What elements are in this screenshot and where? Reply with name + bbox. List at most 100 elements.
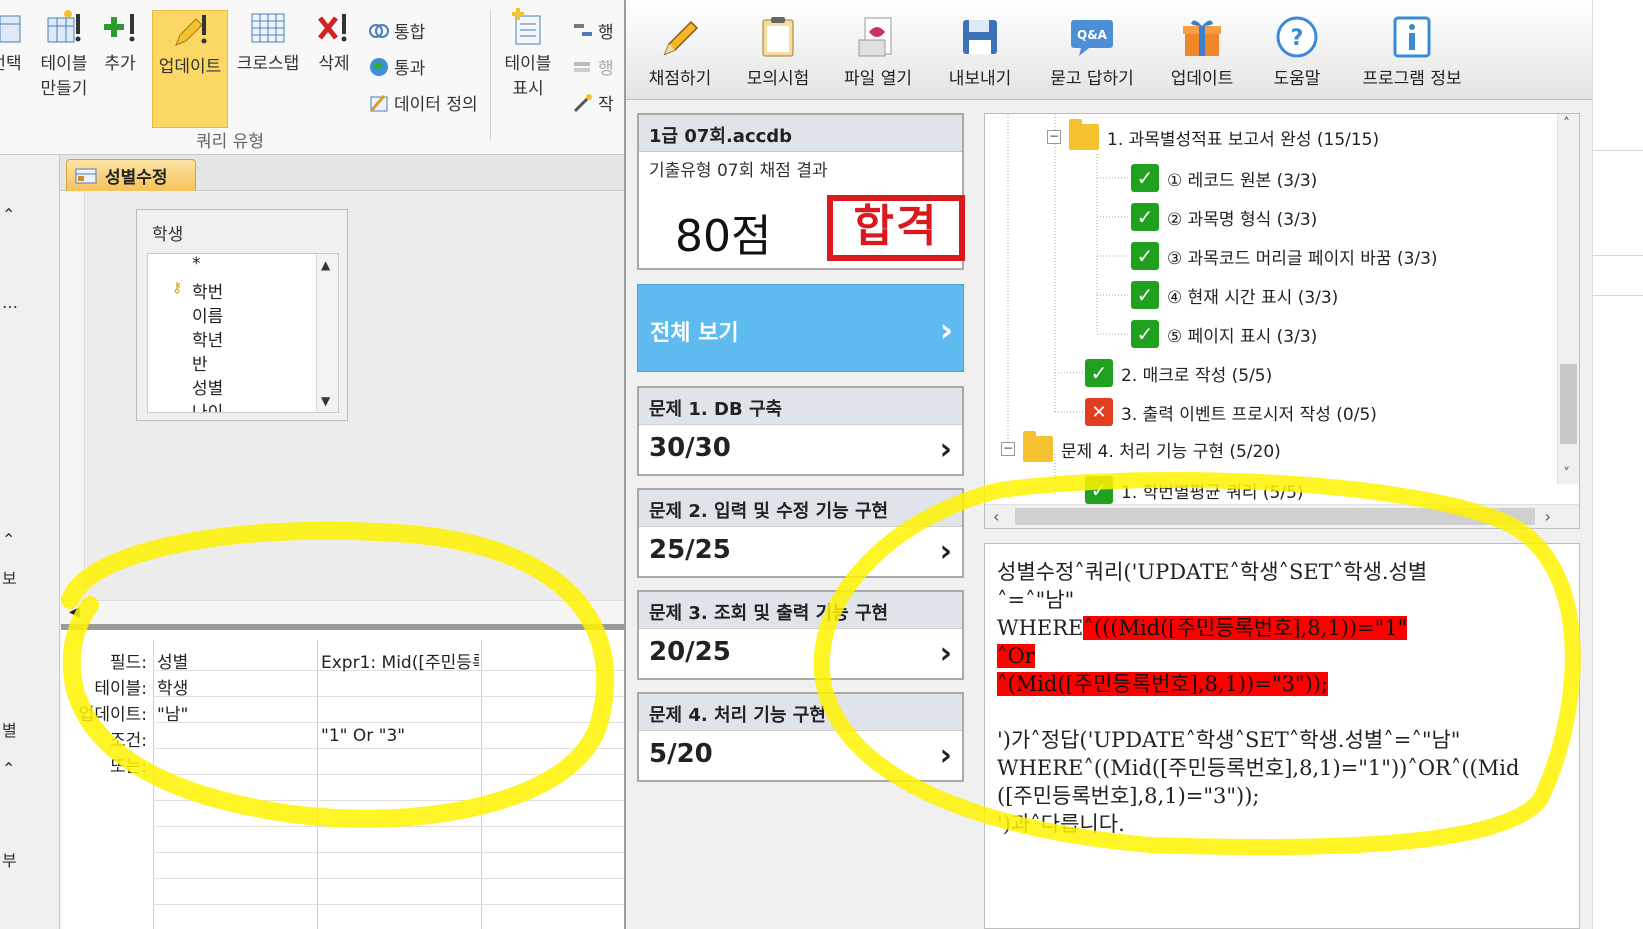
delete-rows-button[interactable]: 행 — [572, 54, 614, 79]
crosstab-query-button[interactable]: 크로스탭 — [232, 8, 304, 77]
grid-cell-update-1[interactable]: "남" — [157, 700, 188, 725]
problem-title: 문제 3. 조회 및 출력 기능 구현 — [639, 592, 962, 629]
nav-collapse-icon[interactable]: ⌃ — [2, 205, 15, 224]
field-item[interactable]: 성별 — [192, 374, 223, 399]
problem-card-1[interactable]: 문제 1. DB 구축 30/30 › — [637, 386, 964, 476]
field-item[interactable]: 나이 — [192, 398, 223, 412]
export-button[interactable]: 내보내기 — [938, 14, 1022, 89]
tab-query-성별수정[interactable]: 성별수정 — [66, 159, 196, 191]
field-item[interactable]: 이름 — [192, 302, 223, 327]
upper-vertical-scrollbar[interactable] — [61, 192, 85, 597]
folder-icon — [1023, 431, 1053, 462]
query-design-grid: 필드: 테이블: 업데이트: 조건: 또는: 성별 학생 "남" Expr1: … — [61, 630, 624, 929]
table-field-list[interactable]: 학생 * ⚷ 학번 이름 학년 반 성별 나이 ▲ ▼ — [136, 209, 348, 421]
upper-horizontal-scrollbar[interactable]: ◀ — [61, 600, 624, 624]
tree-node[interactable]: ✓ 2. 매크로 작성 (5/5) — [1085, 359, 1272, 387]
divider — [1593, 255, 1643, 256]
divider — [1593, 150, 1643, 151]
grid-cell-table-1[interactable]: 학생 — [157, 674, 188, 699]
tree-horizontal-scrollbar[interactable]: ‹ › — [985, 504, 1579, 528]
tree-vertical-scrollbar[interactable]: ˄ ˅ — [1557, 114, 1579, 484]
scroll-up-icon[interactable]: ˄ — [1563, 116, 1570, 132]
field-list-scrollbar[interactable]: ▲ ▼ — [316, 254, 338, 412]
problem-card-3[interactable]: 문제 3. 조회 및 출력 기능 구현 20/25 › — [637, 590, 964, 680]
nav-text: 부 — [2, 851, 17, 870]
grade-button[interactable]: 채점하기 — [640, 14, 720, 89]
tree-node[interactable]: ✓ ① 레코드 원본 (3/3) — [1131, 164, 1317, 192]
pass-through-button[interactable]: 통과 — [368, 54, 425, 79]
insert-rows-button[interactable]: 행 — [572, 18, 614, 43]
scroll-left-icon[interactable]: ‹ — [993, 507, 999, 526]
field-item[interactable]: 학번 — [192, 278, 223, 303]
grid-label-criteria: 조건: — [109, 731, 147, 751]
ribbon: 선택 테이블만들기 추가 업데이트 크로스탭 삭제 통합 통과 — [0, 0, 624, 155]
tree-node[interactable]: ✓ ⑤ 페이지 표시 (3/3) — [1131, 320, 1317, 348]
program-info-button[interactable]: 프로그램 정보 — [1350, 14, 1474, 89]
scroll-right-icon[interactable]: › — [1545, 507, 1551, 526]
scroll-left-icon[interactable]: ◀ — [69, 604, 80, 620]
tree-node[interactable]: − 문제 4. 처리 기능 구현 (5/20) — [1001, 431, 1281, 462]
builder-button[interactable]: 작 — [572, 90, 614, 115]
grid-cell-field-2[interactable]: Expr1: Mid([주민등록 — [321, 648, 479, 673]
pass-stamp: 합격 — [827, 195, 965, 261]
append-query-button[interactable]: 추가 — [98, 8, 142, 77]
update-button[interactable]: 업데이트 — [1160, 14, 1244, 89]
document-tab-strip: « 성별수정 — [0, 155, 624, 191]
scroll-up-icon[interactable]: ▲ — [321, 258, 330, 272]
problem-card-2[interactable]: 문제 2. 입력 및 수정 기능 구현 25/25 › — [637, 488, 964, 578]
table-icon — [0, 15, 21, 43]
tree-node[interactable]: ✓ 1. 학번별평균 쿼리 (5/5) — [1085, 476, 1304, 504]
mock-exam-button[interactable]: 모의시험 — [738, 14, 818, 89]
tree-node[interactable]: ✓ ④ 현재 시간 표시 (3/3) — [1131, 281, 1338, 309]
update-query-button[interactable]: 업데이트 — [152, 10, 228, 128]
nav-collapse-icon[interactable]: ⌃ — [2, 759, 15, 778]
result-file-name: 1급 07회.accdb — [639, 115, 962, 152]
tree-node[interactable]: − 1. 과목별성적표 보고서 완성 (15/15) — [1047, 119, 1379, 150]
problem-score: 5/20 — [649, 739, 713, 769]
append-icon — [104, 14, 135, 42]
data-definition-button[interactable]: 데이터 정의 — [368, 90, 478, 115]
field-list[interactable]: * ⚷ 학번 이름 학년 반 성별 나이 ▲ ▼ — [147, 253, 339, 413]
message-line: WHERE˄((Mid([주민등록번호],8,1)="1"))˄OR˄((Mid — [997, 756, 1520, 780]
chevron-right-icon: › — [939, 534, 952, 569]
scrollbar-thumb[interactable] — [1560, 364, 1577, 444]
crosstab-icon — [251, 13, 285, 43]
open-file-button[interactable]: 파일 열기 — [836, 14, 920, 89]
check-icon: ✓ — [1085, 359, 1113, 387]
problem-score: 20/25 — [649, 637, 731, 667]
tree-node[interactable]: ✕ 3. 출력 이벤트 프로시저 작성 (0/5) — [1085, 398, 1377, 426]
view-all-button[interactable]: 전체 보기 › — [637, 284, 964, 372]
grid-row-divider — [153, 748, 624, 749]
grid-row-divider — [153, 696, 624, 697]
nav-text: … — [2, 293, 18, 312]
union-query-button[interactable]: 통합 — [368, 18, 425, 43]
show-table-button[interactable]: 테이블 표시 — [500, 8, 556, 102]
scrollbar-thumb[interactable] — [1015, 508, 1535, 525]
qa-button[interactable]: Q&A 묻고 답하기 — [1040, 14, 1144, 89]
highlighted-error: ˄(Mid([주민등록번호],8,1))="3")); — [997, 672, 1329, 696]
nav-collapse-icon[interactable]: ⌃ — [2, 530, 15, 549]
pencil-icon — [663, 20, 699, 56]
select-query-button[interactable]: 선택 — [0, 8, 30, 77]
tree-node[interactable]: ✓ ② 과목명 형식 (3/3) — [1131, 203, 1317, 231]
help-button[interactable]: ? 도움말 — [1262, 14, 1332, 89]
tree-node[interactable]: ✓ ③ 과목코드 머리글 페이지 바꿈 (3/3) — [1131, 242, 1438, 270]
scroll-down-icon[interactable]: ˅ — [1563, 466, 1570, 482]
delete-query-button[interactable]: 삭제 — [312, 8, 356, 77]
problem-card-4[interactable]: 문제 4. 처리 기능 구현 5/20 › — [637, 692, 964, 782]
grading-tree[interactable]: − 1. 과목별성적표 보고서 완성 (15/15) ✓ ① 레코드 원본 (3/… — [984, 113, 1580, 529]
navigation-pane[interactable]: ⌃ … ⌃ 보 별 ⌃ 부 — [0, 155, 60, 929]
make-table-button[interactable]: 테이블 만들기 — [36, 8, 92, 102]
grid-row-divider — [153, 722, 624, 723]
collapse-icon[interactable]: − — [1047, 130, 1061, 144]
table-name: 학생 — [152, 225, 184, 245]
grid-row-divider — [153, 800, 624, 801]
field-item[interactable]: 반 — [192, 350, 208, 375]
field-item[interactable]: * — [192, 254, 201, 274]
grid-cell-field-1[interactable]: 성별 — [157, 648, 188, 673]
field-item[interactable]: 학년 — [192, 326, 223, 351]
collapse-icon[interactable]: − — [1001, 442, 1015, 456]
grid-cell-criteria-2[interactable]: "1" Or "3" — [321, 726, 405, 746]
problem-title: 문제 2. 입력 및 수정 기능 구현 — [639, 490, 962, 527]
scroll-down-icon[interactable]: ▼ — [321, 394, 330, 408]
